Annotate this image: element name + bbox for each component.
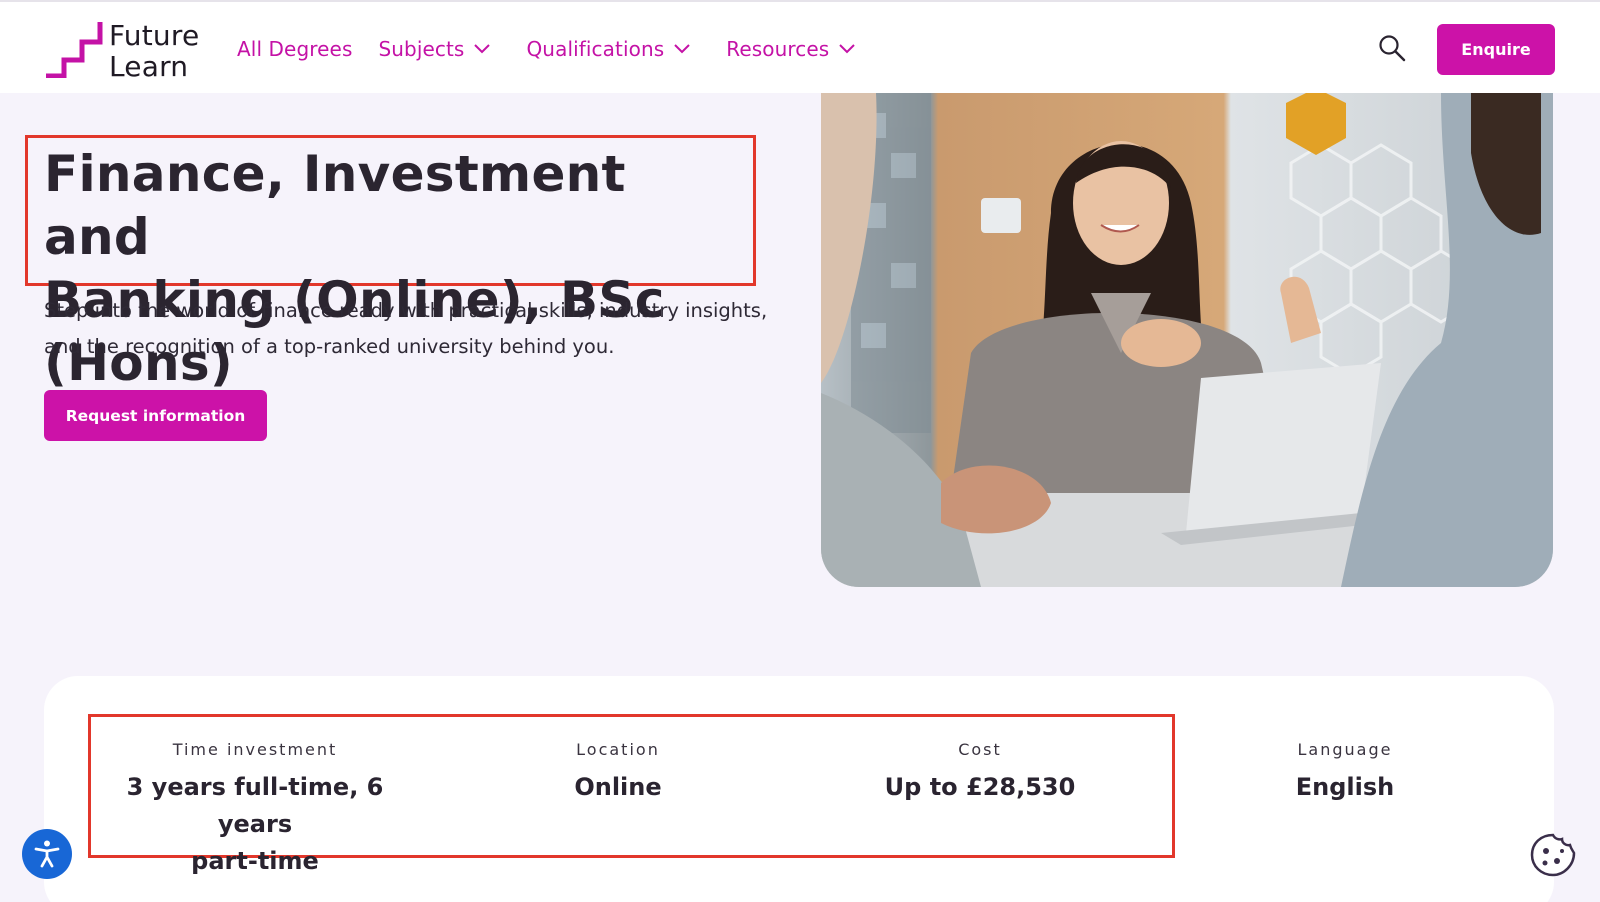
main-nav: All Degrees Subjects Qualifications Reso… (237, 2, 881, 95)
page-title-line-1: Finance, Investment and (44, 145, 626, 266)
nav-all-degrees-label: All Degrees (237, 36, 353, 61)
search-button[interactable] (1378, 34, 1406, 62)
nav-resources-label: Resources (726, 36, 830, 61)
logo-text: Future Learn (109, 20, 199, 82)
chevron-down-icon (674, 43, 690, 53)
info-value: 3 years full-time, 6 years part-time (95, 769, 415, 880)
info-value: English (1295, 773, 1395, 801)
chevron-down-icon (474, 43, 491, 53)
hero-subtitle: Step into the world of finance ready wit… (44, 293, 784, 365)
info-value-line-2: part-time (191, 847, 319, 875)
logo-stairs-icon (46, 22, 103, 78)
hero-subtitle-line-2: and the recognition of a top-ranked univ… (44, 335, 615, 358)
nav-qualifications-label: Qualifications (526, 36, 665, 61)
info-label: Time investment (172, 740, 338, 759)
info-label: Location (576, 740, 660, 759)
hero-photo (821, 93, 1553, 587)
info-label: Language (1297, 740, 1393, 759)
futurelearn-logo[interactable]: Future Learn (44, 20, 214, 82)
info-value: Online (574, 773, 662, 801)
nav-resources[interactable]: Resources (726, 29, 856, 69)
site-header: Future Learn All Degrees Subjects Qualif… (0, 0, 1600, 93)
nav-all-degrees[interactable]: All Degrees (237, 29, 352, 69)
info-label: Cost (958, 740, 1002, 759)
search-icon (1379, 35, 1406, 62)
logo-line-2: Learn (109, 50, 189, 83)
accessibility-icon (34, 840, 60, 868)
info-cost: Cost Up to £28,530 (845, 740, 1115, 806)
info-language: Language English (1230, 740, 1460, 806)
cookie-icon (1530, 833, 1576, 877)
hero-subtitle-line-1: Step into the world of finance ready wit… (44, 299, 768, 322)
info-value: Up to £28,530 (884, 773, 1076, 801)
accessibility-button[interactable] (22, 829, 72, 879)
chevron-down-icon (839, 43, 856, 53)
nav-subjects-label: Subjects (378, 36, 465, 61)
hero-photo-illustration (821, 93, 1553, 587)
info-time-investment: Time investment 3 years full-time, 6 yea… (95, 740, 415, 880)
nav-subjects[interactable]: Subjects (378, 29, 491, 69)
enquire-button[interactable]: Enquire (1437, 24, 1555, 75)
request-information-button[interactable]: Request information (44, 390, 267, 441)
info-location: Location Online (498, 740, 738, 806)
cookie-settings-button[interactable] (1529, 831, 1577, 879)
logo-line-1: Future (109, 19, 200, 52)
nav-qualifications[interactable]: Qualifications (526, 29, 690, 69)
info-value-line-1: 3 years full-time, 6 years (126, 773, 384, 838)
